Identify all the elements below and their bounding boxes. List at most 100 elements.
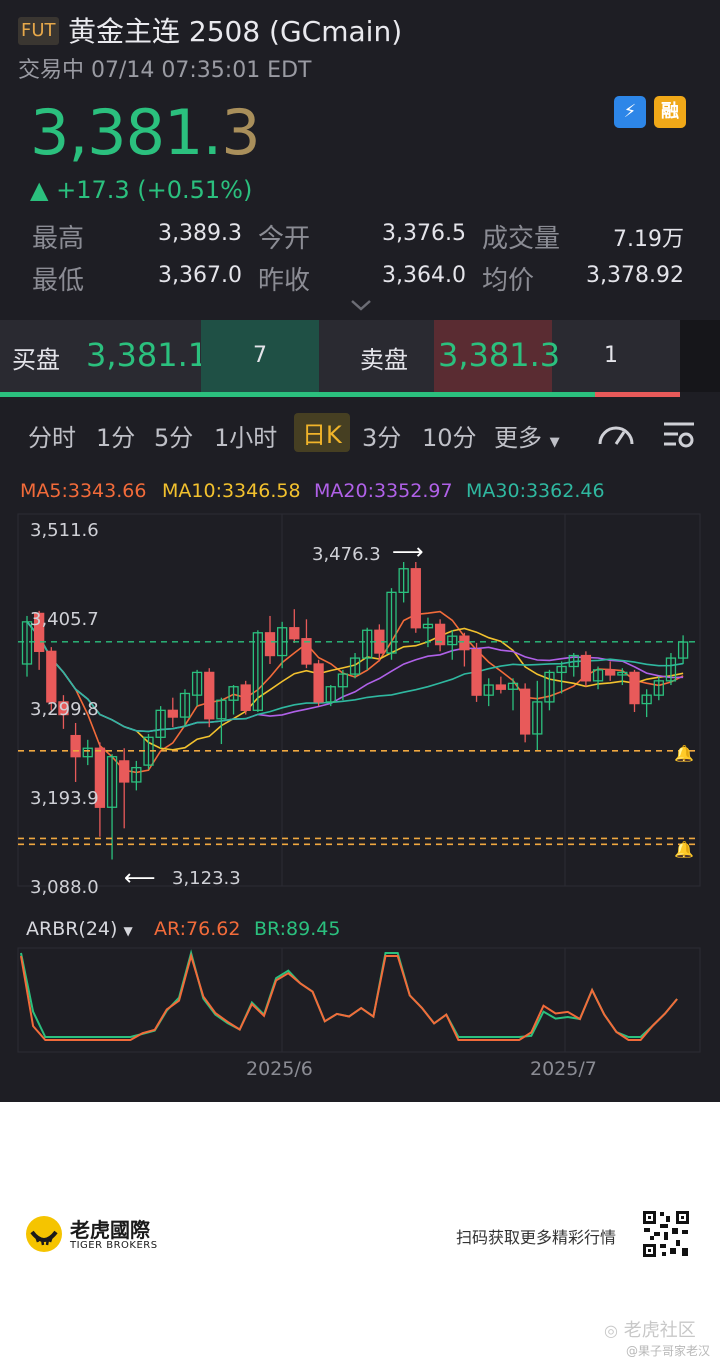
ask-strength-bar bbox=[595, 392, 680, 397]
candle bbox=[131, 760, 142, 791]
candle bbox=[289, 609, 300, 643]
candle bbox=[191, 669, 203, 707]
candle bbox=[228, 685, 239, 715]
last-price: 3,381.3 bbox=[30, 96, 261, 169]
candle bbox=[592, 666, 604, 690]
candle bbox=[580, 651, 592, 687]
price-change: ▲ +17.3 (+0.51%) bbox=[30, 176, 253, 204]
candle bbox=[301, 619, 312, 669]
tab-1min[interactable]: 1分 bbox=[96, 418, 135, 453]
bid-label: 买盘 bbox=[12, 346, 60, 374]
ar-value: AR:76.62 bbox=[154, 918, 241, 940]
gauge-icon[interactable] bbox=[596, 418, 636, 452]
candle bbox=[252, 630, 264, 713]
page-title: 黄金主连 2508 (GCmain) bbox=[68, 15, 403, 48]
tiger-logo bbox=[24, 1214, 64, 1258]
tab-1hour[interactable]: 1小时 bbox=[214, 418, 277, 453]
indicator-selector[interactable]: ARBR(24) ▼ bbox=[26, 918, 133, 940]
futures-badge: FUT bbox=[18, 17, 59, 45]
tab-more[interactable]: 更多 ▼ bbox=[494, 418, 560, 453]
tab-timeshare[interactable]: 分时 bbox=[28, 418, 76, 453]
chart-grid bbox=[17, 513, 701, 887]
bell-icon[interactable]: 🔔 bbox=[674, 840, 694, 859]
chevron-down-icon: ▼ bbox=[123, 924, 133, 938]
stat-avg-value: 3,378.92 bbox=[586, 263, 684, 288]
candle bbox=[641, 689, 652, 718]
y-tick: 3,088.0 bbox=[30, 877, 99, 898]
stat-low-value: 3,367.0 bbox=[158, 263, 242, 288]
expand-chevron-icon[interactable] bbox=[350, 296, 372, 317]
bell-icon[interactable]: 🔔 bbox=[674, 744, 694, 763]
indicator-name: ARBR(24) bbox=[26, 918, 118, 940]
candles bbox=[21, 562, 689, 860]
candle bbox=[677, 635, 689, 664]
community-label: 老虎社区 bbox=[623, 1320, 696, 1341]
br-series-line bbox=[20, 949, 678, 1038]
candle bbox=[398, 562, 409, 603]
high-annotation: 3,476.3 bbox=[312, 544, 381, 565]
tab-5min[interactable]: 5分 bbox=[154, 418, 193, 453]
margin-icon[interactable]: 融 bbox=[654, 96, 686, 128]
candle bbox=[82, 739, 93, 766]
candle bbox=[605, 661, 616, 681]
candle bbox=[410, 562, 421, 633]
stat-low-label: 最低 bbox=[32, 266, 85, 296]
candle bbox=[362, 627, 373, 670]
y-tick: 3,193.9 bbox=[30, 788, 99, 809]
tiger-mark-icon: ◎ bbox=[604, 1321, 618, 1340]
candle bbox=[447, 630, 458, 660]
lightning-icon[interactable]: ⚡ bbox=[614, 96, 646, 128]
ma5-label: MA5:3343.66 bbox=[20, 480, 147, 502]
ask-size: 1 bbox=[604, 343, 618, 368]
last-price-digit: 3 bbox=[221, 96, 260, 169]
candlestick-chart[interactable] bbox=[0, 510, 720, 910]
orderbook-edge bbox=[680, 320, 720, 392]
candle bbox=[240, 680, 251, 715]
arrow-left-icon: ⟵ bbox=[124, 866, 156, 891]
candle bbox=[532, 680, 543, 751]
candle bbox=[483, 678, 494, 707]
qr-code-icon bbox=[642, 1210, 690, 1258]
y-tick: 3,511.6 bbox=[30, 520, 99, 541]
stat-volume-label: 成交量 bbox=[482, 224, 561, 254]
arrow-right-icon: ⟶ bbox=[392, 540, 424, 565]
tab-more-label: 更多 bbox=[494, 424, 542, 452]
candle bbox=[70, 722, 81, 782]
candle bbox=[119, 748, 130, 829]
brand-cn: 老虎國際 bbox=[70, 1218, 150, 1242]
ma10-label: MA10:3346.58 bbox=[162, 480, 301, 502]
stat-avg-label: 均价 bbox=[482, 266, 535, 296]
bid-size: 7 bbox=[201, 320, 319, 392]
stat-open-label: 今开 bbox=[258, 224, 311, 254]
candle bbox=[313, 659, 324, 707]
ma30-label: MA30:3362.46 bbox=[466, 480, 605, 502]
ma20-label: MA20:3352.97 bbox=[314, 480, 453, 502]
arbr-chart[interactable] bbox=[0, 946, 720, 1056]
candle bbox=[629, 669, 640, 713]
y-tick: 3,405.7 bbox=[30, 609, 99, 630]
br-value: BR:89.45 bbox=[254, 918, 341, 940]
chevron-down-icon: ▼ bbox=[549, 435, 560, 450]
ma-lines bbox=[26, 610, 684, 774]
stat-prevclose-value: 3,364.0 bbox=[382, 263, 466, 288]
candle bbox=[276, 621, 288, 669]
candle bbox=[507, 678, 519, 711]
ask-price[interactable]: 3,381.3 bbox=[438, 336, 560, 374]
x-tick: 2025/6 bbox=[246, 1058, 313, 1080]
promo-text: 扫码获取更多精彩行情 bbox=[456, 1228, 617, 1247]
tab-daily[interactable]: 日K bbox=[294, 413, 350, 452]
settings-icon[interactable] bbox=[662, 420, 696, 454]
tab-10min[interactable]: 10分 bbox=[422, 418, 477, 453]
bid-price[interactable]: 3,381.1 bbox=[86, 336, 208, 374]
candle bbox=[264, 615, 276, 664]
low-annotation: 3,123.3 bbox=[172, 868, 241, 889]
stat-prevclose-label: 昨收 bbox=[258, 266, 311, 296]
candle bbox=[653, 676, 664, 701]
candle bbox=[471, 642, 482, 702]
last-price-main: 3,381. bbox=[30, 96, 222, 169]
candle bbox=[386, 588, 397, 660]
tab-3min[interactable]: 3分 bbox=[362, 418, 401, 453]
candle bbox=[167, 697, 178, 728]
candle bbox=[155, 706, 166, 749]
ar-series-line bbox=[20, 952, 678, 1041]
